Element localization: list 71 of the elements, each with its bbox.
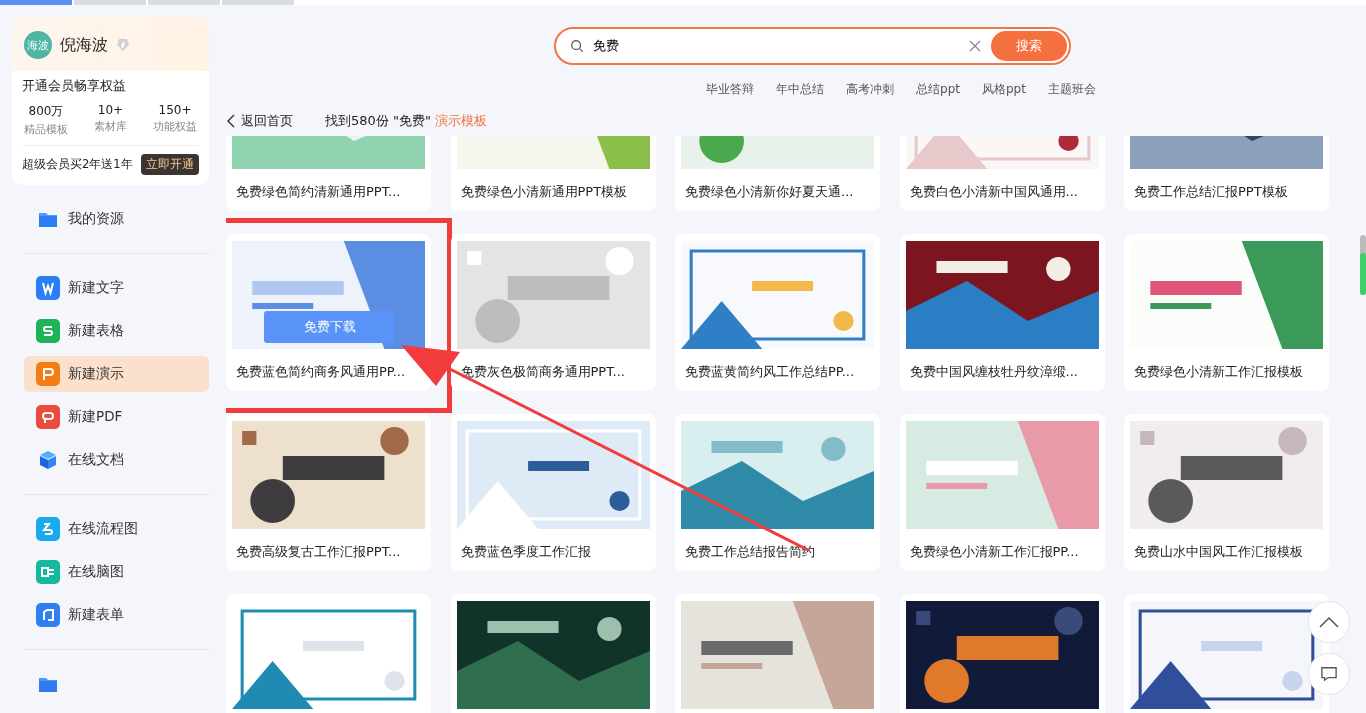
hot-tag-link[interactable]: 毕业答辩 [706, 81, 755, 98]
template-card[interactable]: 免费中国风缠枝牡丹纹漳缎... [899, 234, 1105, 391]
flowchart-icon [36, 517, 60, 541]
template-title: 免费高级复古工作汇报PPT... [235, 543, 402, 561]
template-title: 免费灰色极简商务通用PPT... [459, 363, 626, 381]
nav-item[interactable]: 在线脑图 [24, 554, 209, 590]
scrollbar[interactable] [1360, 235, 1366, 295]
template-title: 免费工作总结汇报PPT模板 [1133, 183, 1289, 201]
template-card[interactable]: 免费山水中国风工作汇报模板 [1124, 414, 1329, 571]
template-card[interactable]: 免费灰色极简商务通用PPT... [450, 234, 656, 391]
template-title: 免费白色小清新中国风通用... [908, 183, 1079, 201]
template-title: 免费绿色小清新工作汇报PP... [908, 543, 1080, 561]
hot-tag-link[interactable]: 年中总结 [776, 81, 825, 98]
badge-icon [116, 38, 130, 52]
template-card[interactable]: 免费蓝黄简约风工作总结PP... [675, 234, 880, 391]
document-icon [36, 276, 60, 300]
template-title: 免费绿色小清新工作汇报模板 [1133, 363, 1304, 381]
template-card[interactable]: 免费工作总结汇报PPT模板 [1124, 136, 1329, 211]
nav-item[interactable]: 新建演示 [24, 356, 209, 392]
search-field[interactable]: 免费 搜索 [554, 27, 1071, 65]
promo-title: 开通会员畅享权益 [22, 77, 127, 95]
template-title: 免费蓝黄简约风工作总结PP... [684, 363, 856, 381]
nav-item[interactable]: 我的资源 [24, 201, 209, 237]
user-name: 倪海波 [60, 34, 108, 56]
template-title: 免费蓝色简约商务风通用PP... [235, 363, 407, 381]
template-card[interactable]: 免费下载 免费蓝色简约商务风通用PP... [226, 234, 431, 391]
template-title: 免费中国风缠枝牡丹纹漳缎... [908, 363, 1079, 381]
stat-value: 150+ [157, 103, 193, 117]
spreadsheet-icon [36, 319, 60, 343]
search-icon [570, 39, 584, 53]
template-card[interactable]: 免费绿色小清新你好夏天通... [675, 136, 880, 211]
template-title: 免费山水中国风工作汇报模板 [1133, 543, 1304, 561]
hot-tag-link[interactable]: 风格ppt [982, 81, 1026, 98]
pdf-icon [36, 405, 60, 429]
template-title: 免费绿色小清新你好夏天通... [684, 183, 855, 201]
nav-item[interactable]: 在线流程图 [24, 511, 209, 547]
nav-item[interactable]: 新建文字 [24, 270, 209, 306]
template-card[interactable]: 免费白色小清新中国风通用... [899, 136, 1105, 211]
template-card[interactable]: 免费绿色小清新工作汇报模板 [1124, 234, 1329, 391]
template-card[interactable]: 免费绿色小清新通用PPT模板 [450, 136, 656, 211]
template-title: 免费绿色简约清新通用PPT... [235, 183, 402, 201]
stat-label: 功能权益 [153, 119, 197, 134]
stat-value: 800万 [27, 103, 65, 120]
close-icon[interactable] [969, 40, 981, 52]
nav-item[interactable]: 新建表格 [24, 313, 209, 349]
hot-tag-link[interactable]: 总结ppt [916, 81, 960, 98]
chat-icon [1320, 666, 1338, 682]
template-card[interactable]: 免费绿色小清新工作汇报PP... [899, 414, 1105, 571]
hot-tag-link[interactable]: 主题班会 [1047, 81, 1096, 98]
hot-tag-link[interactable]: 高考冲刺 [846, 81, 895, 98]
search-input[interactable]: 免费 [591, 37, 969, 55]
nav-item[interactable]: 新建表单 [24, 597, 209, 633]
template-title: 免费蓝色季度工作汇报 [459, 543, 592, 561]
offer-text: 超级会员买2年送1年 [22, 157, 133, 172]
mindmap-icon [36, 560, 60, 584]
template-title: 免费绿色小清新通用PPT模板 [459, 183, 629, 201]
form-icon [36, 603, 60, 627]
template-card[interactable]: 免费蓝色季度工作汇报 [450, 414, 656, 571]
chevron-up-icon [1319, 616, 1339, 628]
nav-item[interactable]: 新建PDF [24, 399, 209, 435]
template-card[interactable]: 免费高级复古工作汇报PPT... [226, 414, 431, 571]
chevron-left-icon[interactable] [227, 114, 235, 128]
open-button[interactable]: 立即开通 [141, 154, 199, 175]
stat-value: 10+ [96, 103, 125, 117]
result-count: 找到580份 "免费" [325, 112, 431, 130]
presentation-icon [36, 362, 60, 386]
template-card[interactable]: 免费绿色简约清新通用PPT... [226, 136, 431, 211]
back-link[interactable]: 返回首页 [227, 112, 293, 130]
nav-item[interactable]: 在线文档 [24, 442, 209, 478]
stat-label: 精品模板 [24, 122, 68, 137]
stat-label: 素材库 [94, 119, 127, 134]
